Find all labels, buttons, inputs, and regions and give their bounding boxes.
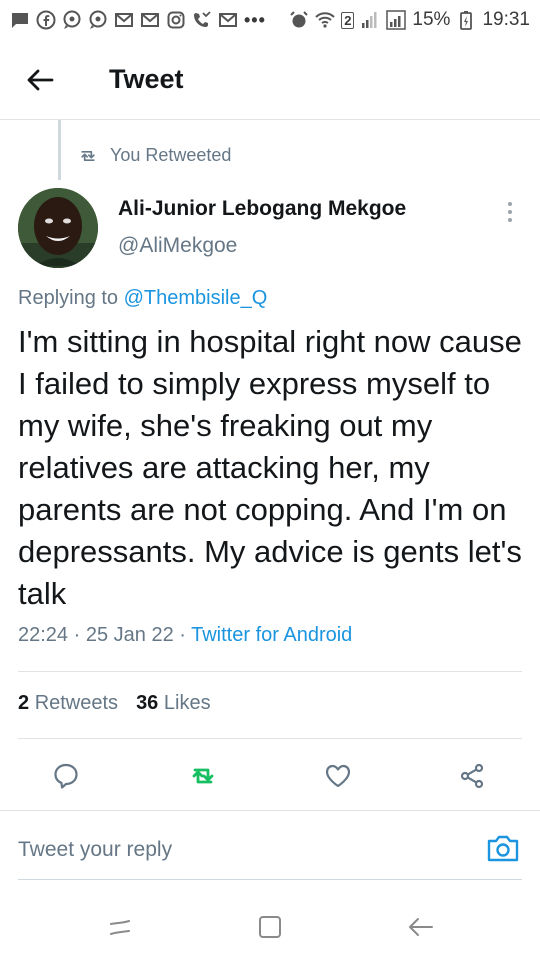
status-bar: ••• 2 15% 19:31 bbox=[0, 0, 540, 40]
recent-apps-button[interactable] bbox=[100, 910, 140, 944]
more-notifications-icon: ••• bbox=[244, 9, 266, 30]
back-button[interactable] bbox=[0, 40, 80, 120]
more-options-button[interactable] bbox=[496, 196, 524, 228]
retweet-icon bbox=[192, 768, 214, 784]
notification-icons: ••• bbox=[10, 10, 266, 31]
thread-connector-line bbox=[58, 120, 61, 180]
likes-label: Likes bbox=[163, 692, 211, 714]
tweet-source-link[interactable]: Twitter for Android bbox=[191, 624, 352, 646]
gmail-icon bbox=[140, 10, 160, 30]
camera-icon bbox=[487, 835, 519, 862]
reply-composer bbox=[0, 810, 540, 882]
tweet-actions bbox=[0, 748, 540, 804]
replying-to-handle-link[interactable]: @Thembisile_Q bbox=[124, 287, 268, 309]
reply-input[interactable] bbox=[18, 838, 418, 862]
back-arrow-icon bbox=[409, 918, 433, 936]
signal-icon bbox=[360, 10, 380, 30]
more-vertical-icon bbox=[508, 202, 512, 206]
like-button[interactable] bbox=[320, 758, 356, 794]
tweet-metadata: 22:24 · 25 Jan 22 · Twitter for Android bbox=[18, 624, 352, 647]
gmail-icon bbox=[218, 10, 238, 30]
top-app-bar: Tweet bbox=[0, 40, 540, 120]
retweet-button[interactable] bbox=[185, 758, 221, 794]
home-square-icon bbox=[259, 916, 281, 938]
battery-icon bbox=[456, 10, 476, 30]
instagram-icon bbox=[166, 10, 186, 30]
divider bbox=[18, 738, 522, 739]
meta-separator: · bbox=[68, 624, 86, 646]
reply-button[interactable] bbox=[48, 758, 84, 794]
share-button[interactable] bbox=[454, 758, 490, 794]
alarm-icon bbox=[289, 10, 309, 30]
chat-icon bbox=[88, 10, 108, 30]
share-icon bbox=[460, 763, 484, 789]
retweet-context: You Retweeted bbox=[78, 145, 231, 166]
tweet-stats: 2 Retweets 36 Likes bbox=[18, 692, 211, 715]
chat-icon bbox=[62, 10, 82, 30]
missed-call-icon bbox=[192, 10, 212, 30]
retweets-label: Retweets bbox=[34, 692, 119, 714]
recent-apps-icon bbox=[110, 920, 130, 935]
avatar[interactable] bbox=[18, 188, 98, 268]
home-button[interactable] bbox=[250, 910, 290, 944]
reply-input-underline bbox=[18, 879, 522, 880]
author-name[interactable]: Ali-Junior Lebogang Mekgoe bbox=[118, 197, 406, 221]
tweet-time: 22:24 bbox=[18, 624, 69, 646]
replying-to: Replying to @Thembisile_Q bbox=[18, 287, 267, 310]
likes-stat[interactable]: 36 Likes bbox=[136, 692, 211, 715]
system-status: 2 15% 19:31 bbox=[289, 9, 530, 31]
tweet-date: 25 Jan 22 bbox=[85, 624, 174, 646]
arrow-left-icon bbox=[27, 69, 54, 90]
battery-percent: 15% bbox=[412, 9, 451, 30]
likes-count: 36 bbox=[136, 692, 159, 714]
wifi-icon bbox=[315, 10, 335, 30]
message-icon bbox=[10, 10, 30, 30]
author-handle[interactable]: @AliMekgoe bbox=[118, 234, 237, 258]
divider bbox=[18, 671, 522, 672]
meta-separator: · bbox=[173, 624, 192, 646]
camera-button[interactable] bbox=[486, 833, 520, 863]
retweet-context-label: You Retweeted bbox=[110, 145, 232, 165]
tweet-text: I'm sitting in hospital right now cause … bbox=[18, 324, 522, 611]
facebook-icon bbox=[36, 10, 56, 30]
clock: 19:31 bbox=[482, 9, 530, 30]
heart-icon bbox=[325, 764, 351, 788]
retweets-stat[interactable]: 2 Retweets bbox=[18, 692, 118, 715]
replying-to-label: Replying to bbox=[18, 287, 124, 309]
retweets-count: 2 bbox=[18, 692, 30, 714]
system-navigation-bar bbox=[0, 890, 540, 960]
reply-icon bbox=[54, 763, 78, 789]
back-nav-button[interactable] bbox=[400, 910, 440, 944]
retweet-icon bbox=[81, 150, 95, 161]
signal-icon bbox=[386, 10, 407, 30]
gmail-icon bbox=[114, 10, 134, 30]
sim-badge: 2 bbox=[341, 11, 355, 29]
page-title: Tweet bbox=[109, 64, 184, 94]
